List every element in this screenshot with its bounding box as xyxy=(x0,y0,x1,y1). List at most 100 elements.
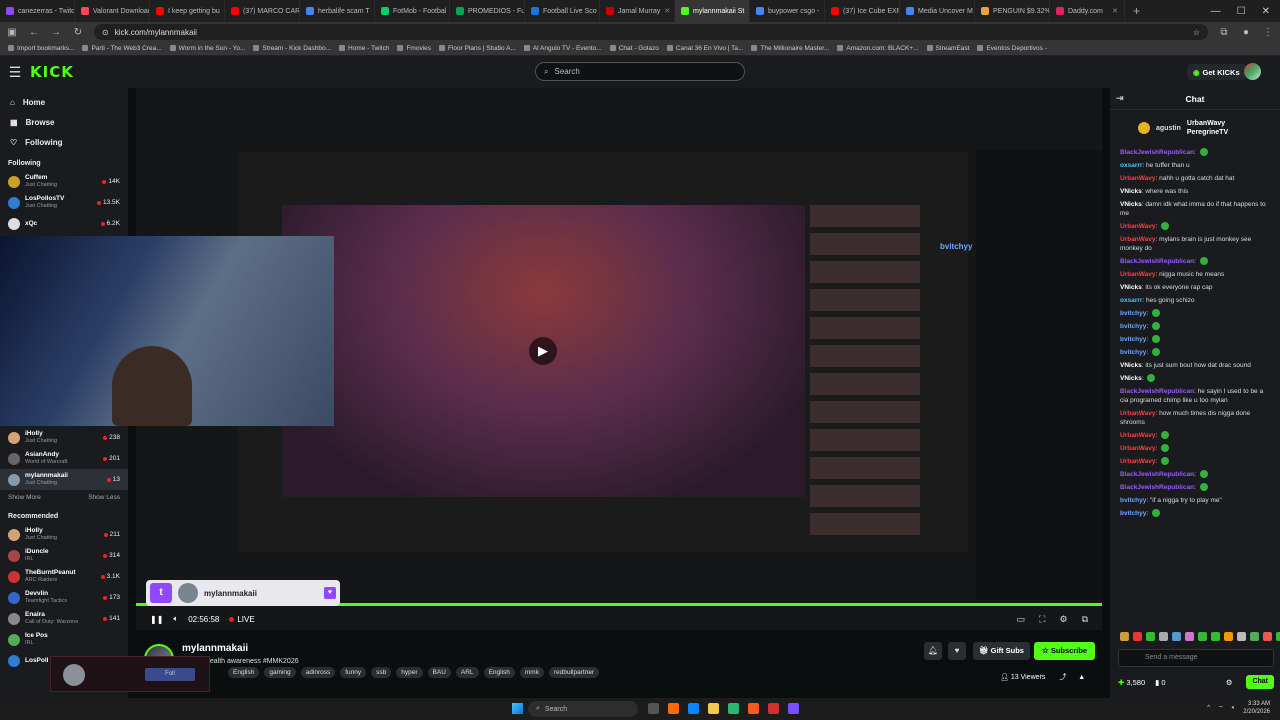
site-info-icon[interactable]: ⊙ xyxy=(102,28,109,37)
browser-tab[interactable]: herbalife scam T✕ xyxy=(300,0,375,22)
chat-username[interactable]: UrbanWavy xyxy=(1120,271,1156,278)
minimize-icon[interactable]: — xyxy=(1211,6,1221,17)
follow-heart-icon[interactable]: ♥ xyxy=(948,642,966,660)
emote-icon[interactable] xyxy=(1237,632,1246,641)
sidebar-nav-following[interactable]: ♡ Following xyxy=(0,132,128,152)
sidebar-channel[interactable]: Ice Pos IRL xyxy=(0,629,128,650)
taskbar-app-icon[interactable] xyxy=(668,703,679,714)
emote-icon[interactable] xyxy=(1263,632,1272,641)
maximize-icon[interactable]: ☐ xyxy=(1237,6,1246,17)
hamburger-menu-icon[interactable]: ☰ xyxy=(0,64,30,81)
emote-icon[interactable] xyxy=(1211,632,1220,641)
emote-icon[interactable] xyxy=(1172,632,1181,641)
emote-icon[interactable] xyxy=(1224,632,1233,641)
browser-tab[interactable]: buypower csgo -✕ xyxy=(750,0,825,22)
chat-username[interactable]: UrbanWavy xyxy=(1120,445,1156,452)
chat-username[interactable]: oxsarrr xyxy=(1120,297,1142,304)
browser-tab[interactable]: FotMob - Footbal✕ xyxy=(375,0,450,22)
emote-icon[interactable] xyxy=(1146,632,1155,641)
sidebar-channel[interactable]: xQc 6.2K xyxy=(0,213,128,234)
alert-icon[interactable]: ▲ xyxy=(1078,674,1085,681)
pip-icon[interactable]: ⧉ xyxy=(1082,614,1088,625)
browser-menu-icon[interactable]: ⋮ xyxy=(1262,27,1274,38)
url-field[interactable]: ⊙ kick.com/mylannmakaii ☆ xyxy=(94,24,1208,40)
sidebar-channel[interactable]: TheBurntPeanut ARC Raiders 3.1K xyxy=(0,566,128,587)
stream-tag[interactable]: BAU xyxy=(427,667,451,678)
forward-icon[interactable]: → xyxy=(50,27,62,38)
bell-icon[interactable]: 🔔︎ xyxy=(924,642,942,660)
get-kicks-button[interactable]: ◉ Get KICKs xyxy=(1187,64,1246,80)
sidebar-nav-browse[interactable]: ▦ Browse xyxy=(0,112,128,132)
extensions-icon[interactable]: ⧉ xyxy=(1218,27,1230,38)
stream-tag[interactable]: English xyxy=(228,667,260,678)
user-avatar[interactable] xyxy=(1244,63,1261,80)
share-icon[interactable]: ⤴ xyxy=(1059,674,1066,681)
browser-tab[interactable]: Valorant Download✕ xyxy=(75,0,150,22)
stream-tag[interactable]: hyper xyxy=(396,667,423,678)
chat-username[interactable]: VNicks xyxy=(1120,188,1142,195)
reload-icon[interactable]: ↻ xyxy=(72,27,84,38)
emote-bar[interactable] xyxy=(1120,632,1280,641)
bookmark-item[interactable]: Canal 36 En Vivo | Ta... xyxy=(666,45,743,52)
taskbar-app-icon[interactable] xyxy=(728,703,739,714)
chat-username[interactable]: BlackJewishRepublican xyxy=(1120,258,1194,265)
chat-username[interactable]: VNicks xyxy=(1120,375,1142,382)
sidebar-nav-home[interactable]: ⌂ Home xyxy=(0,92,128,112)
sidebar-channel[interactable]: mylannmakaii Just Chatting 13 xyxy=(0,469,128,490)
taskbar-app-icon[interactable] xyxy=(748,703,759,714)
tab-close-icon[interactable]: ✕ xyxy=(664,7,670,15)
emote-icon[interactable] xyxy=(1120,632,1129,641)
search-input[interactable]: ⌕ Search xyxy=(535,62,745,81)
emote-icon[interactable] xyxy=(1250,632,1259,641)
taskbar-app-icon[interactable] xyxy=(788,703,799,714)
chat-username[interactable]: VNicks xyxy=(1120,201,1142,208)
stream-tag[interactable]: ssb xyxy=(371,667,392,678)
stream-tag[interactable]: adinross xyxy=(300,667,336,678)
bookmark-item[interactable]: Fmovies xyxy=(397,45,431,52)
bookmark-star-icon[interactable]: ☆ xyxy=(1193,28,1200,37)
chat-username[interactable]: BlackJewishRepublican xyxy=(1120,149,1194,156)
close-window-icon[interactable]: ✕ xyxy=(1262,6,1270,17)
tab-close-icon[interactable]: ✕ xyxy=(1112,7,1118,15)
chat-username[interactable]: VNicks xyxy=(1120,284,1142,291)
bookmark-item[interactable]: Home - Twitch xyxy=(339,45,389,52)
chat-username[interactable]: UrbanWavy xyxy=(1120,432,1156,439)
browser-tab[interactable]: Football Live Sco✕ xyxy=(525,0,600,22)
stream-tag[interactable]: funny xyxy=(340,667,367,678)
wifi-icon[interactable]: ⌔ xyxy=(1218,704,1224,712)
browser-tab[interactable]: PROMEDIOS - Fu✕ xyxy=(450,0,525,22)
chat-username[interactable]: VNicks xyxy=(1120,362,1142,369)
chat-username[interactable]: bvitchyy xyxy=(1120,323,1146,330)
browser-tab[interactable]: mylannmakaii St✕ xyxy=(675,0,750,22)
sidebar-channel[interactable]: iHolly Just Chatting 211 xyxy=(0,524,128,545)
theater-icon[interactable]: ▭ xyxy=(1017,614,1026,625)
chat-username[interactable]: UrbanWavy xyxy=(1120,236,1156,243)
tray-chevron-icon[interactable]: ^ xyxy=(1207,705,1210,711)
clock[interactable]: 3:33 AM 2/20/2026 xyxy=(1243,700,1270,716)
chat-username[interactable]: BlackJewishRepublican xyxy=(1120,388,1194,395)
chat-username[interactable]: bvitchyy xyxy=(1120,310,1146,317)
stream-tag[interactable]: English xyxy=(483,667,515,678)
stream-tag[interactable]: gaming xyxy=(264,667,296,678)
show-more-link[interactable]: Show More xyxy=(8,494,41,501)
bookmark-item[interactable]: Eventos Deportivos - xyxy=(977,45,1047,52)
bookmark-item[interactable]: Parti - The Web3 Crea... xyxy=(82,45,162,52)
browser-tab[interactable]: Daddy.com ✕ xyxy=(1050,0,1125,22)
sidebar-channel[interactable]: AsianAndy World of Warcraft 201 xyxy=(0,448,128,469)
kick-logo[interactable]: KICK xyxy=(30,63,74,81)
chat-username[interactable]: oxsarrr xyxy=(1120,162,1142,169)
chat-username[interactable]: BlackJewishRepublican xyxy=(1120,484,1194,491)
chat-settings-icon[interactable]: ⚙ xyxy=(1226,678,1233,687)
show-less-link[interactable]: Show Less xyxy=(88,494,120,501)
bookmark-item[interactable]: StreamEast xyxy=(926,45,969,52)
taskbar-app-icon[interactable] xyxy=(648,703,659,714)
stream-tag[interactable]: ARL xyxy=(455,667,479,678)
bookmark-item[interactable]: Import bookmarks... xyxy=(8,45,74,52)
volume-icon[interactable]: 🔈︎ xyxy=(173,614,178,624)
chat-username[interactable]: bvitchyy xyxy=(1120,510,1146,517)
chat-username[interactable]: UrbanWavy xyxy=(1120,175,1156,182)
stream-tag[interactable]: mmk xyxy=(519,667,544,678)
chat-send-button[interactable]: Chat xyxy=(1246,675,1274,689)
emote-icon[interactable] xyxy=(1133,632,1142,641)
back-icon[interactable]: ← xyxy=(28,27,40,38)
